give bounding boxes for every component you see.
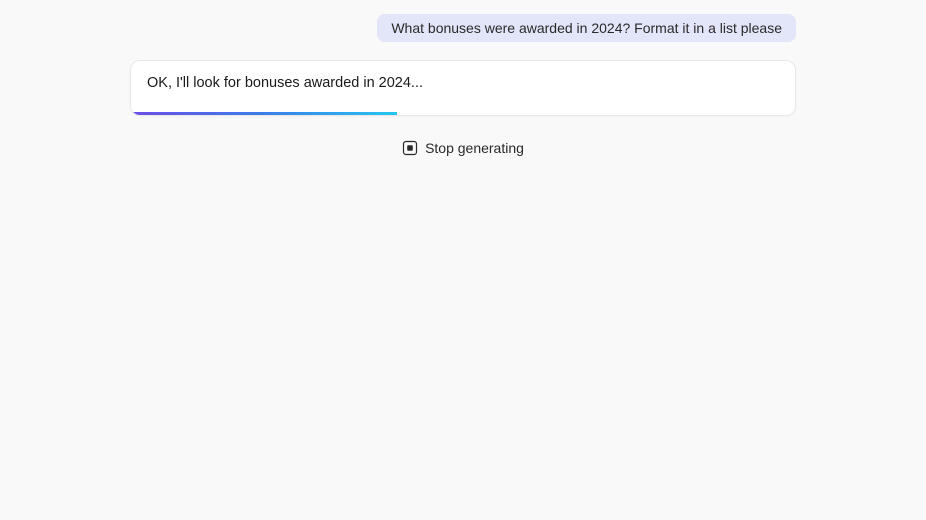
chat-container: What bonuses were awarded in 2024? Forma… — [0, 0, 926, 160]
assistant-message-bubble: OK, I'll look for bonuses awarded in 202… — [130, 60, 796, 116]
loading-progress-bar — [131, 112, 397, 115]
assistant-message-row: OK, I'll look for bonuses awarded in 202… — [0, 60, 926, 116]
stop-icon — [402, 140, 418, 156]
stop-generating-button[interactable]: Stop generating — [394, 136, 532, 160]
assistant-message-text: OK, I'll look for bonuses awarded in 202… — [131, 61, 795, 115]
user-message-row: What bonuses were awarded in 2024? Forma… — [0, 0, 926, 42]
user-message-bubble: What bonuses were awarded in 2024? Forma… — [377, 14, 796, 42]
stop-row: Stop generating — [0, 136, 926, 160]
user-message-text: What bonuses were awarded in 2024? Forma… — [391, 20, 782, 36]
stop-generating-label: Stop generating — [425, 140, 524, 156]
